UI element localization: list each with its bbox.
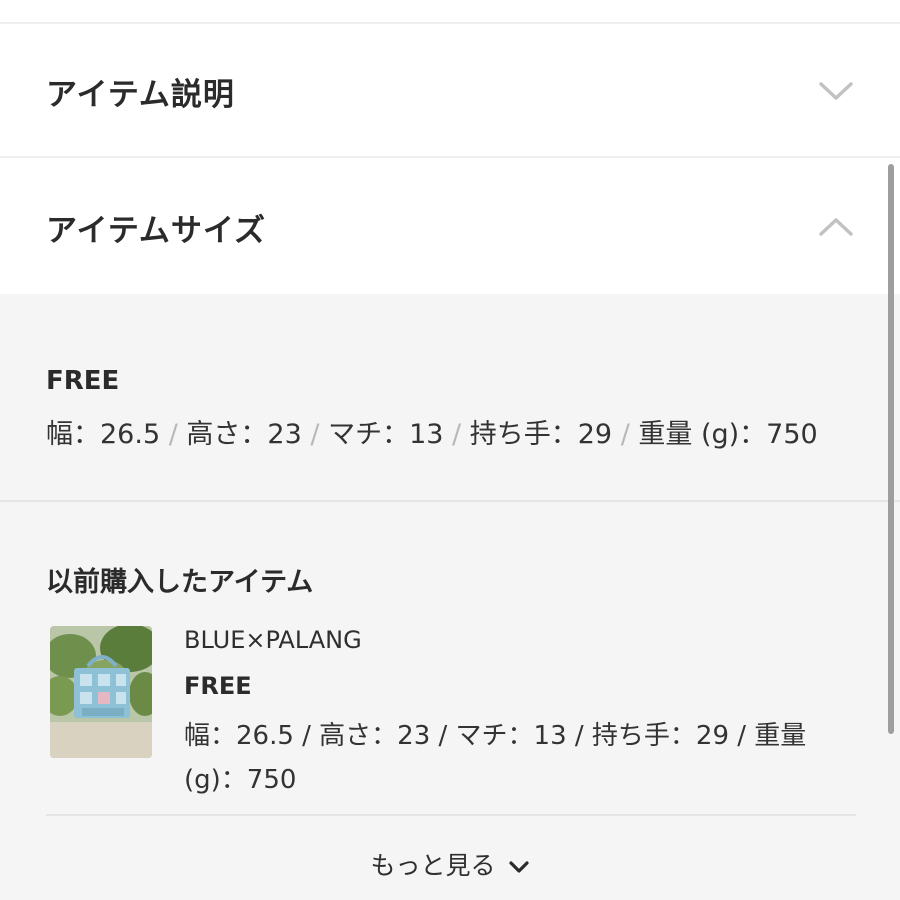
spec-separator: /	[168, 419, 178, 450]
spec-width: 幅：26.5	[46, 419, 161, 450]
product-brand: BLUE×PALANG	[184, 626, 362, 654]
size-spec-line: 幅：26.5 / 高さ：23 / マチ：13 / 持ち手：29 / 重量 (g)…	[46, 412, 818, 451]
see-more-link[interactable]: もっと見る	[0, 846, 900, 882]
accordion-item-description[interactable]: アイテム説明	[0, 26, 900, 158]
spec-separator: /	[310, 419, 320, 450]
product-thumbnail[interactable]	[50, 626, 152, 758]
spec-gusset: マチ：13	[328, 419, 444, 450]
accordion-title-size: アイテムサイズ	[46, 212, 266, 249]
accordion-title-description: アイテム説明	[46, 76, 235, 113]
spec-weight: 重量 (g)：750	[638, 419, 818, 450]
divider	[46, 814, 856, 816]
spec-height: 高さ：23	[186, 419, 302, 450]
see-more-label: もっと見る	[370, 851, 496, 880]
spec-separator: /	[452, 419, 462, 450]
spec-separator: /	[620, 419, 630, 450]
size-spec-block: FREE 幅：26.5 / 高さ：23 / マチ：13 / 持ち手：29 / 重…	[0, 294, 900, 502]
spec-handle: 持ち手：29	[469, 419, 613, 450]
chevron-down-icon[interactable]	[818, 80, 854, 102]
size-name: FREE	[46, 366, 120, 396]
previous-purchase-title: 以前購入したアイテム	[46, 567, 314, 598]
scrollbar[interactable]	[888, 164, 894, 734]
chevron-up-icon[interactable]	[818, 216, 854, 238]
top-section-edge	[0, 0, 900, 24]
chevron-down-icon	[509, 861, 530, 873]
product-size-name: FREE	[184, 672, 252, 700]
accordion-item-size[interactable]: アイテムサイズ	[0, 160, 900, 294]
previous-purchase-item[interactable]: BLUE×PALANG FREE 幅：26.5 / 高さ：23 / マチ：13 …	[46, 620, 856, 795]
size-panel: FREE 幅：26.5 / 高さ：23 / マチ：13 / 持ち手：29 / 重…	[0, 294, 900, 900]
product-spec-text: 幅：26.5 / 高さ：23 / マチ：13 / 持ち手：29 / 重量(g)：…	[184, 721, 807, 795]
